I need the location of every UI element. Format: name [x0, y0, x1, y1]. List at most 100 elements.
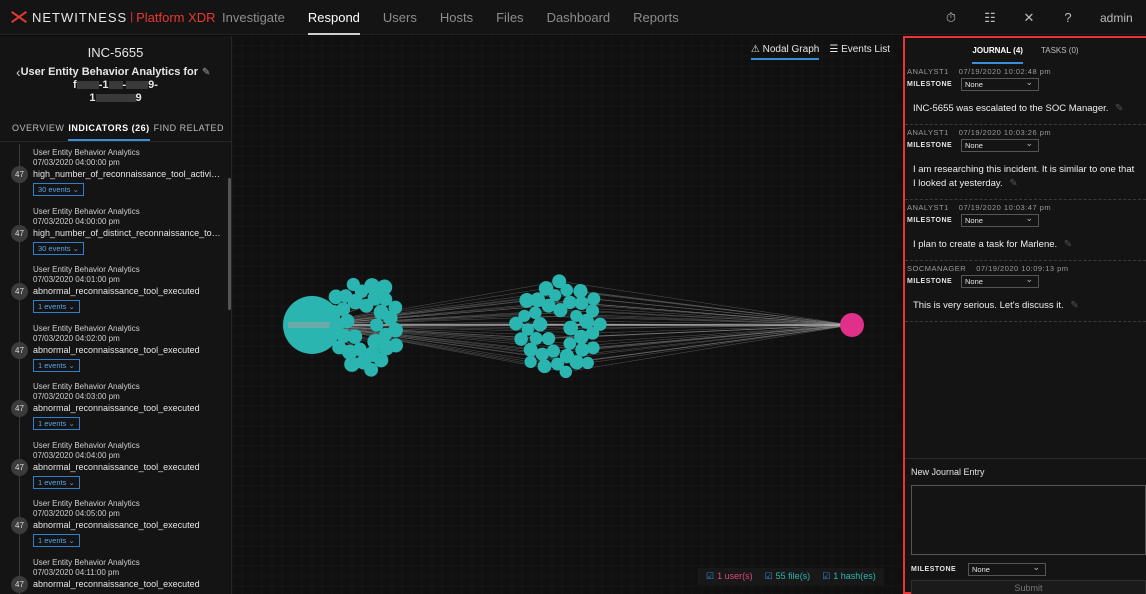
- events-dropdown[interactable]: 1 events ⌄: [33, 475, 80, 489]
- events-count: 1 events: [38, 419, 67, 428]
- nodal-graph-toggle[interactable]: ⚠ Nodal Graph: [750, 44, 820, 60]
- file-node[interactable]: [388, 322, 403, 338]
- file-node[interactable]: [509, 316, 523, 331]
- entry-timestamp: 07/19/2020 10:03:26 pm: [958, 128, 1052, 137]
- nav-investigate[interactable]: Investigate: [222, 0, 285, 35]
- file-node[interactable]: [593, 317, 607, 331]
- chevron-down-icon: ⌄: [68, 360, 75, 370]
- file-node[interactable]: [585, 304, 600, 318]
- file-node[interactable]: [523, 342, 538, 357]
- tab-tasks[interactable]: TASKS (0): [1041, 44, 1079, 64]
- milestone-select[interactable]: None: [961, 274, 1039, 288]
- redacted-node-label[interactable]: [288, 322, 336, 328]
- edit-pencil-icon[interactable]: ✎: [1064, 239, 1072, 250]
- file-node[interactable]: [574, 296, 589, 310]
- file-node[interactable]: [552, 274, 567, 289]
- indicator-item[interactable]: User Entity Behavior Analytics 07/03/2020…: [0, 437, 228, 496]
- indicator-item[interactable]: User Entity Behavior Analytics 07/03/2020…: [0, 495, 228, 554]
- indicator-item[interactable]: User Entity Behavior Analytics 07/03/2020…: [0, 203, 228, 262]
- nav-respond[interactable]: Respond: [307, 0, 360, 35]
- help-icon[interactable]: ?: [1061, 10, 1075, 25]
- journal-panel: JOURNAL (4) TASKS (0) ANALYST1 07/19/2020…: [903, 36, 1146, 594]
- file-node[interactable]: [328, 289, 344, 305]
- file-node[interactable]: [541, 331, 556, 346]
- nav-reports[interactable]: Reports: [633, 0, 679, 35]
- nav-dashboard[interactable]: Dashboard: [547, 0, 611, 35]
- events-dropdown[interactable]: 1 events ⌄: [33, 534, 80, 547]
- indicator-item[interactable]: User Entity Behavior Analytics 07/03/2020…: [0, 320, 228, 379]
- nav-hosts[interactable]: Hosts: [440, 0, 473, 35]
- file-node[interactable]: [581, 356, 594, 370]
- indicator-item[interactable]: User Entity Behavior Analytics 07/03/2020…: [0, 144, 228, 203]
- indicator-item[interactable]: User Entity Behavior Analytics 07/03/2020…: [0, 261, 228, 320]
- file-node[interactable]: [563, 295, 577, 310]
- nav-files[interactable]: Files: [496, 0, 523, 35]
- file-node[interactable]: [323, 328, 339, 344]
- tab-journal[interactable]: JOURNAL (4): [972, 44, 1023, 64]
- file-node[interactable]: [532, 317, 548, 332]
- timer-icon[interactable]: ⏱: [944, 10, 958, 25]
- milestone-select[interactable]: None: [961, 77, 1039, 91]
- user-node[interactable]: [840, 313, 864, 337]
- indicator-item[interactable]: User Entity Behavior Analytics 07/03/2020…: [0, 378, 228, 437]
- events-dropdown[interactable]: 30 events ⌄: [33, 183, 84, 196]
- entry-text: INC-5655 was escalated to the SOC Manage…: [913, 103, 1109, 114]
- edit-pencil-icon[interactable]: ✎: [1009, 178, 1017, 189]
- journal-entries: ANALYST1 07/19/2020 10:02:48 pm MILESTONE N…: [905, 64, 1146, 322]
- events-dropdown[interactable]: 1 events ⌄: [33, 358, 80, 372]
- back-chevron-icon[interactable]: ‹: [16, 64, 21, 80]
- file-node[interactable]: [364, 362, 379, 377]
- tab-overview[interactable]: OVERVIEW: [12, 120, 64, 141]
- milestone-select[interactable]: None: [968, 562, 1046, 576]
- indicator-time: 07/03/2020 04:05:00 pm: [33, 509, 120, 518]
- file-node[interactable]: [559, 365, 573, 379]
- file-node[interactable]: [524, 355, 537, 368]
- file-node[interactable]: [376, 279, 393, 296]
- edit-pencil-icon[interactable]: ✎: [202, 67, 210, 78]
- preferences-icon[interactable]: ☷: [983, 10, 997, 25]
- events-dropdown[interactable]: 30 events ⌄: [33, 241, 84, 255]
- file-node[interactable]: [344, 356, 360, 372]
- file-node[interactable]: [546, 344, 560, 358]
- submit-button[interactable]: Submit: [911, 580, 1146, 594]
- file-node[interactable]: [538, 281, 554, 296]
- tools-icon[interactable]: ✕: [1022, 10, 1036, 25]
- incident-title[interactable]: User Entity Behavior Analytics for ✎ f -1-…: [0, 66, 231, 105]
- file-node[interactable]: [586, 341, 600, 355]
- file-node[interactable]: [535, 347, 549, 361]
- events-dropdown[interactable]: 1 events ⌄: [33, 417, 80, 430]
- file-node[interactable]: [346, 277, 360, 292]
- file-node[interactable]: [388, 338, 404, 353]
- events-list-toggle[interactable]: ☰ Events List: [829, 44, 890, 60]
- indicator-scrollbar[interactable]: [228, 178, 231, 310]
- indicator-name: abnormal_reconnaissance_tool_executed: [33, 344, 200, 355]
- indicator-item[interactable]: User Entity Behavior Analytics 07/03/2020…: [0, 554, 228, 594]
- file-node[interactable]: [514, 332, 528, 346]
- milestone-select[interactable]: None: [961, 138, 1039, 152]
- file-node[interactable]: [537, 359, 552, 374]
- events-dropdown[interactable]: 1 events ⌄: [33, 300, 80, 313]
- files-filter[interactable]: ☑ 55 file(s): [765, 571, 811, 582]
- file-node[interactable]: [388, 300, 403, 315]
- file-node[interactable]: [573, 283, 588, 299]
- nodal-graph[interactable]: [232, 36, 902, 594]
- file-node[interactable]: [519, 293, 535, 308]
- users-filter[interactable]: ☑ 1 user(s): [706, 571, 753, 582]
- file-node[interactable]: [529, 306, 542, 320]
- edit-pencil-icon[interactable]: ✎: [1115, 103, 1123, 114]
- netwitness-logo[interactable]: NETWITNESS | Platform XDR: [0, 10, 222, 25]
- user-menu[interactable]: admin: [1100, 11, 1146, 25]
- nav-users[interactable]: Users: [383, 0, 417, 35]
- new-entry-label: New Journal Entry: [911, 467, 985, 477]
- file-node[interactable]: [587, 292, 601, 306]
- milestone-select[interactable]: None: [961, 213, 1039, 227]
- entry-text: I am researching this incident. It is si…: [913, 164, 1135, 189]
- journal-entry-textarea[interactable]: [911, 485, 1146, 555]
- file-node[interactable]: [326, 304, 342, 320]
- file-node[interactable]: [563, 337, 577, 350]
- tab-find-related[interactable]: FIND RELATED: [154, 120, 224, 141]
- indicator-name: abnormal_reconnaissance_tool_executed: [33, 520, 200, 530]
- edit-pencil-icon[interactable]: ✎: [1070, 300, 1078, 311]
- tab-indicators[interactable]: INDICATORS (26): [68, 120, 150, 141]
- hashes-filter[interactable]: ☑ 1 hash(es): [822, 571, 876, 582]
